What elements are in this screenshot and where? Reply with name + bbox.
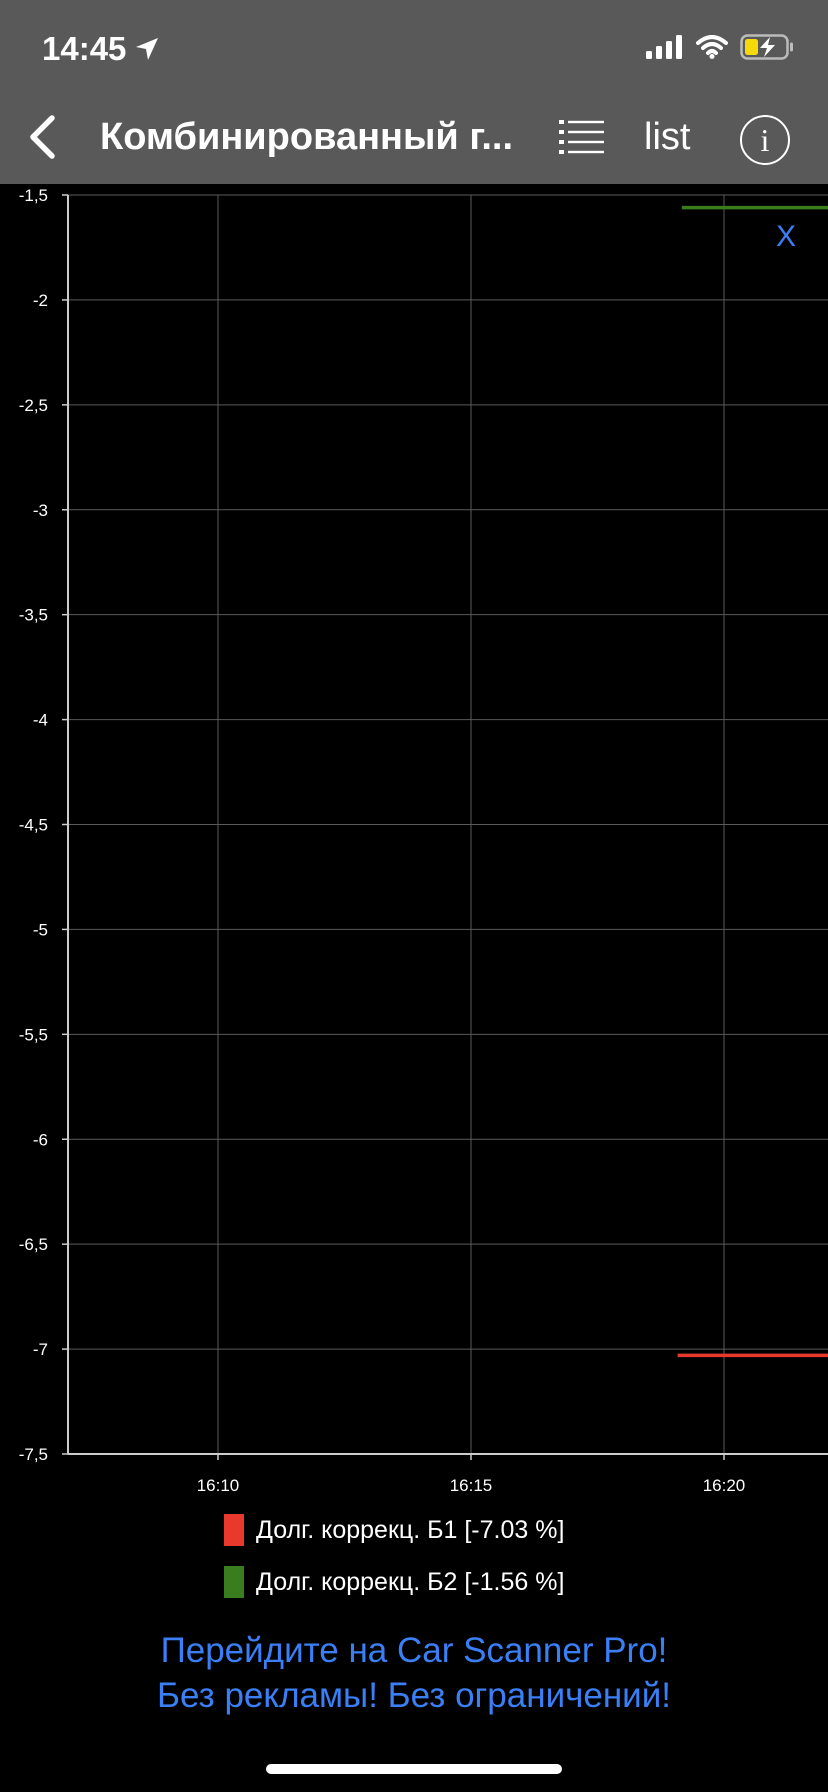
legend-label: Долг. коррекц. Б1 [-7.03 %]	[256, 1515, 565, 1544]
signal-icon	[646, 35, 682, 59]
chart-grid	[68, 194, 828, 1455]
back-button[interactable]	[22, 112, 62, 162]
promo-line-2: Без рекламы! Без ограничений!	[157, 1676, 671, 1715]
y-tick-label: -2	[33, 291, 48, 310]
y-tick-label: -7,5	[19, 1445, 48, 1464]
info-button[interactable]: i	[740, 115, 790, 165]
y-tick-label: -7	[33, 1340, 48, 1359]
list-button[interactable]: list	[644, 116, 690, 159]
legend-item: Долг. коррекц. Б1 [-7.03 %]	[224, 1514, 564, 1546]
y-tick-label: -2,5	[19, 396, 48, 415]
legend-swatch	[224, 1566, 244, 1598]
y-tick-label: -4	[33, 711, 48, 730]
list-icon[interactable]	[558, 118, 606, 158]
battery-charging-icon	[740, 34, 793, 60]
legend-swatch	[224, 1514, 244, 1546]
chevron-left-icon	[30, 115, 55, 159]
home-indicator	[266, 1764, 562, 1774]
x-axis-ticks: 16:10 16:15 16:20	[197, 1476, 746, 1495]
y-axis-ticks: -1,5 -2 -2,5 -3 -3,5 -4 -4,5 -5 -5,5 -6 -6,5 -7 -7,5	[19, 186, 48, 1464]
location-arrow-icon	[136, 38, 159, 60]
promo-banner[interactable]: Перейдите на Car Scanner Pro! Без реклам…	[0, 1628, 828, 1718]
legend: Долг. коррекц. Б1 [-7.03 %] Долг. коррек…	[224, 1514, 564, 1598]
legend-item: Долг. коррекц. Б2 [-1.56 %]	[224, 1566, 564, 1598]
y-tick-label: -5,5	[19, 1025, 48, 1044]
y-tick-label: -5	[33, 920, 48, 939]
x-tick-label: 16:10	[197, 1476, 240, 1495]
status-icons	[646, 34, 794, 60]
y-tick-label: -6,5	[19, 1235, 48, 1254]
x-tick-label: 16:20	[703, 1476, 746, 1495]
status-time: 14:45	[42, 30, 160, 68]
legend-label: Долг. коррекц. Б2 [-1.56 %]	[256, 1567, 565, 1596]
wifi-icon	[696, 35, 728, 59]
y-tick-label: -6	[33, 1130, 48, 1149]
promo-line-1: Перейдите на Car Scanner Pro!	[160, 1631, 668, 1670]
chart-axes	[62, 194, 828, 1460]
y-tick-label: -3	[33, 501, 48, 520]
y-tick-label: -3,5	[19, 606, 48, 625]
status-time-text: 14:45	[42, 30, 127, 67]
screen: 14:45 Комбинированный г... list i -1,5 -…	[0, 0, 828, 1792]
chart-close-button[interactable]: X	[776, 220, 796, 254]
chart-series	[677, 205, 828, 1358]
header: 14:45 Комбинированный г... list i	[0, 0, 828, 184]
y-tick-label: -4,5	[19, 816, 48, 835]
page-title: Комбинированный г...	[100, 116, 514, 158]
y-tick-label: -1,5	[19, 186, 48, 205]
chart: -1,5 -2 -2,5 -3 -3,5 -4 -4,5 -5 -5,5 -6 -6,5 -7 -7,5…	[19, 186, 828, 1495]
x-tick-label: 16:15	[450, 1476, 493, 1495]
